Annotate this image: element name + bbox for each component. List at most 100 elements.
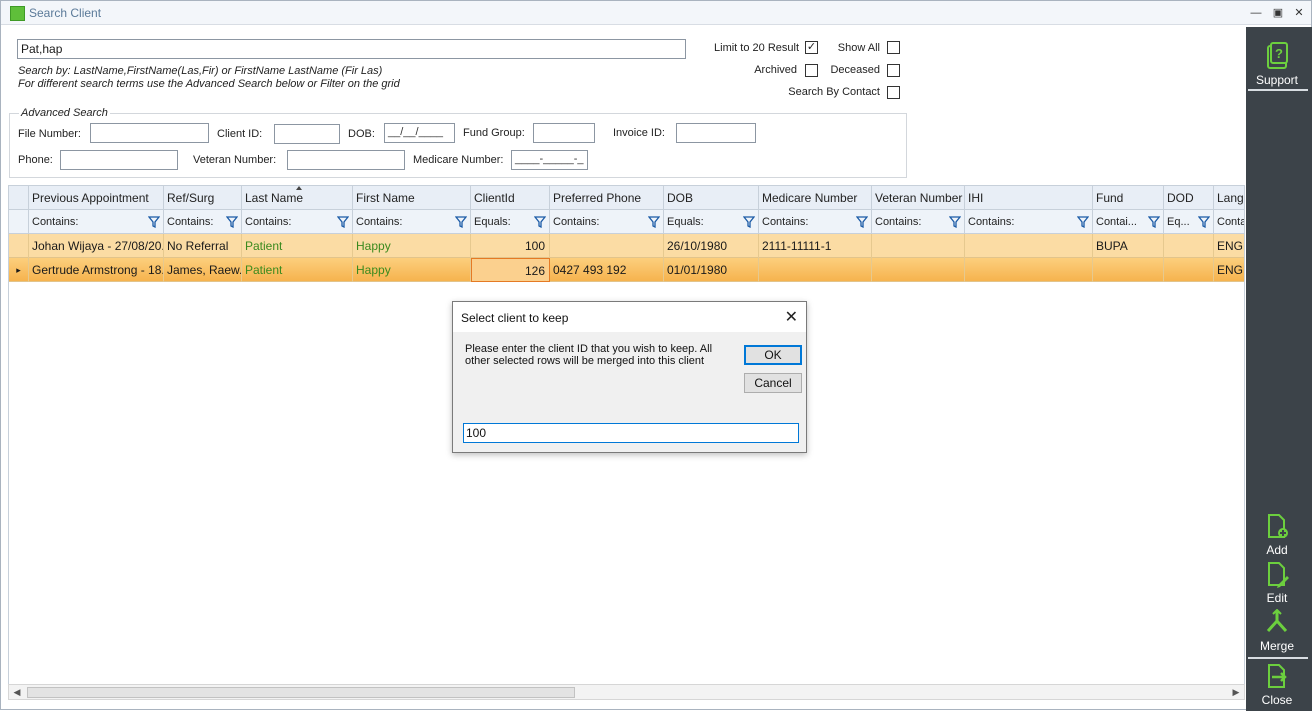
close-button[interactable]: Close <box>1246 663 1308 707</box>
search-by-contact-checkbox[interactable] <box>887 86 900 99</box>
filter-cell-preferred-phone[interactable]: Contains: <box>550 210 664 234</box>
table-row[interactable]: ▸ Gertrude Armstrong - 18... James, Raew.… <box>9 258 1244 282</box>
table-row[interactable]: Johan Wijaya - 27/08/20... No Referral Pat… <box>9 234 1244 258</box>
filter-cell-last-name[interactable]: Contains: <box>242 210 353 234</box>
cell-dob[interactable]: 01/01/1980 <box>664 258 759 282</box>
filter-cell-language[interactable]: Conta <box>1214 210 1244 234</box>
file-number-field[interactable] <box>90 123 209 143</box>
support-label: Support <box>1255 73 1299 87</box>
filter-funnel-icon[interactable] <box>534 216 546 228</box>
column-header-first-name[interactable]: First Name <box>353 186 471 210</box>
veteran-number-label: Veteran Number: <box>193 154 277 166</box>
column-header-previous-appointment[interactable]: Previous Appointment <box>29 186 164 210</box>
client-id-input[interactable]: 100 <box>463 423 799 443</box>
cell-previous-appointment[interactable]: Gertrude Armstrong - 18... <box>29 258 164 282</box>
veteran-number-field[interactable] <box>287 150 405 170</box>
cell-first-name[interactable]: Happy <box>353 258 471 282</box>
column-header-fund[interactable]: Fund <box>1093 186 1164 210</box>
cell-veteran-number[interactable] <box>872 234 965 258</box>
limit-results-label: Limit to 20 Result <box>714 42 799 54</box>
scrollbar-thumb[interactable] <box>27 687 575 698</box>
cell-language[interactable]: ENGL <box>1214 258 1244 282</box>
phone-field[interactable] <box>60 150 178 170</box>
filter-cell-medicare-number[interactable]: Contains: <box>759 210 872 234</box>
filter-funnel-icon[interactable] <box>226 216 238 228</box>
cell-dod[interactable] <box>1164 258 1214 282</box>
cell-previous-appointment[interactable]: Johan Wijaya - 27/08/20... <box>29 234 164 258</box>
filter-funnel-icon[interactable] <box>856 216 868 228</box>
filter-cell-first-name[interactable]: Contains: <box>353 210 471 234</box>
column-header-language[interactable]: Langu <box>1214 186 1244 210</box>
dialog-close-icon[interactable]: ✕ <box>785 307 798 327</box>
filter-funnel-icon[interactable] <box>743 216 755 228</box>
column-header-client-id[interactable]: ClientId <box>471 186 550 210</box>
filter-funnel-icon[interactable] <box>1077 216 1089 228</box>
column-header-veteran-number[interactable]: Veteran Number <box>872 186 965 210</box>
edit-button[interactable]: Edit <box>1246 561 1308 605</box>
search-client-window: Search Client — ▣ ✕ Pat,hap Search by: L… <box>0 0 1312 711</box>
horizontal-scrollbar[interactable]: ◀ ▶ <box>8 684 1245 700</box>
cell-fund[interactable]: BUPA <box>1093 234 1164 258</box>
cell-ref-surg[interactable]: James, Raew... <box>164 258 242 282</box>
column-header-ihi[interactable]: IHI <box>965 186 1093 210</box>
show-all-checkbox[interactable] <box>887 41 900 54</box>
minimize-icon[interactable]: — <box>1247 5 1265 21</box>
add-button[interactable]: Add <box>1246 513 1308 557</box>
scroll-right-icon[interactable]: ▶ <box>1230 686 1242 698</box>
cell-first-name[interactable]: Happy <box>353 234 471 258</box>
filter-funnel-icon[interactable] <box>148 216 160 228</box>
filter-cell-dob[interactable]: Equals: <box>664 210 759 234</box>
filter-funnel-icon[interactable] <box>1198 216 1210 228</box>
column-header-dob[interactable]: DOB <box>664 186 759 210</box>
ok-button[interactable]: OK <box>744 345 802 365</box>
filter-cell-previous-appointment[interactable]: Contains: <box>29 210 164 234</box>
invoice-id-field[interactable] <box>676 123 756 143</box>
filter-funnel-icon[interactable] <box>949 216 961 228</box>
cell-medicare-number[interactable]: 2111-11111-1 <box>759 234 872 258</box>
cell-client-id[interactable]: 100 <box>471 234 550 258</box>
medicare-number-field[interactable]: ____-_____-_ <box>511 150 588 170</box>
column-header-ref-surg[interactable]: Ref/Surg <box>164 186 242 210</box>
filter-cell-veteran-number[interactable]: Contains: <box>872 210 965 234</box>
cell-last-name[interactable]: Patient <box>242 234 353 258</box>
archived-checkbox[interactable] <box>805 64 818 77</box>
column-header-dod[interactable]: DOD <box>1164 186 1214 210</box>
maximize-icon[interactable]: ▣ <box>1269 5 1287 21</box>
search-input[interactable]: Pat,hap <box>17 39 686 59</box>
cell-dod[interactable] <box>1164 234 1214 258</box>
deceased-checkbox[interactable] <box>887 64 900 77</box>
support-button[interactable]: ? Support <box>1246 41 1308 87</box>
filter-funnel-icon[interactable] <box>1148 216 1160 228</box>
cell-client-id[interactable]: 126 <box>471 258 550 282</box>
filter-funnel-icon[interactable] <box>337 216 349 228</box>
filter-cell-dod[interactable]: Eq... <box>1164 210 1214 234</box>
cell-ref-surg[interactable]: No Referral <box>164 234 242 258</box>
column-header-medicare-number[interactable]: Medicare Number <box>759 186 872 210</box>
close-icon[interactable]: ✕ <box>1290 5 1308 21</box>
column-header-preferred-phone[interactable]: Preferred Phone <box>550 186 664 210</box>
dob-field[interactable]: __/__/____ <box>384 123 455 143</box>
cancel-button[interactable]: Cancel <box>744 373 802 393</box>
scroll-left-icon[interactable]: ◀ <box>11 686 23 698</box>
cell-fund[interactable] <box>1093 258 1164 282</box>
cell-dob[interactable]: 26/10/1980 <box>664 234 759 258</box>
filter-cell-client-id[interactable]: Equals: <box>471 210 550 234</box>
merge-button[interactable]: Merge <box>1246 609 1308 653</box>
cell-last-name[interactable]: Patient <box>242 258 353 282</box>
filter-cell-fund[interactable]: Contai... <box>1093 210 1164 234</box>
cell-ihi[interactable] <box>965 234 1093 258</box>
filter-funnel-icon[interactable] <box>648 216 660 228</box>
row-indicator <box>9 234 29 258</box>
cell-medicare-number[interactable] <box>759 258 872 282</box>
cell-preferred-phone[interactable]: 0427 493 192 <box>550 258 664 282</box>
cell-veteran-number[interactable] <box>872 258 965 282</box>
client-id-field[interactable] <box>274 124 340 144</box>
filter-cell-ref-surg[interactable]: Contains: <box>164 210 242 234</box>
filter-funnel-icon[interactable] <box>455 216 467 228</box>
cell-ihi[interactable] <box>965 258 1093 282</box>
limit-results-checkbox[interactable]: ✓ <box>805 41 818 54</box>
cell-preferred-phone[interactable] <box>550 234 664 258</box>
filter-cell-ihi[interactable]: Contains: <box>965 210 1093 234</box>
cell-language[interactable]: ENGL <box>1214 234 1244 258</box>
fund-group-field[interactable] <box>533 123 595 143</box>
